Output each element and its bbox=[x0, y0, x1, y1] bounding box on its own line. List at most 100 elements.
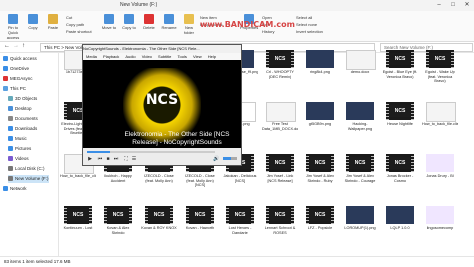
paste-shortcut-button[interactable]: Paste shortcut bbox=[66, 29, 92, 34]
nav-this-pc[interactable]: This PC bbox=[3, 85, 26, 93]
back-icon[interactable]: ← bbox=[4, 43, 10, 49]
previous-icon[interactable]: ⏮ bbox=[97, 156, 103, 162]
nav-desktop[interactable]: Desktop bbox=[8, 105, 32, 113]
nav-network[interactable]: Network bbox=[3, 185, 27, 193]
file-name: demo.docx bbox=[350, 70, 370, 74]
stop-icon[interactable]: ■ bbox=[105, 156, 111, 162]
menu-view[interactable]: View bbox=[193, 54, 202, 59]
fullscreen-icon[interactable]: ⛶ bbox=[123, 156, 129, 162]
volume-slider[interactable] bbox=[223, 157, 237, 160]
play-icon[interactable]: ▶ bbox=[87, 156, 93, 162]
select-none-button[interactable]: Select none bbox=[296, 22, 317, 27]
file-thumbnail[interactable] bbox=[426, 102, 456, 122]
file-thumbnail[interactable] bbox=[306, 102, 334, 120]
drive-icon bbox=[8, 166, 13, 172]
next-icon[interactable]: ⏭ bbox=[113, 156, 119, 162]
file-name: Hacking-Wallpaper.png bbox=[347, 122, 373, 131]
seek-bar[interactable] bbox=[87, 151, 215, 153]
menu-video[interactable]: Video bbox=[142, 54, 152, 59]
file-thumbnail[interactable]: NCS bbox=[426, 50, 454, 68]
file-thumbnail[interactable]: NCS bbox=[306, 206, 334, 224]
file-thumbnail[interactable]: NCS bbox=[64, 206, 92, 224]
file-thumbnail[interactable]: NCS bbox=[266, 154, 294, 172]
select-all-button[interactable]: Select all bbox=[296, 15, 312, 20]
delete-button[interactable]: Delete bbox=[140, 14, 158, 36]
file-thumbnail[interactable]: NCS bbox=[386, 50, 414, 68]
file-thumbnail[interactable] bbox=[426, 206, 454, 224]
file-name: Crl - WHOOPTY (DEC Remix) bbox=[266, 70, 294, 79]
rename-button[interactable]: Rename bbox=[160, 14, 178, 36]
nav-music[interactable]: Music bbox=[8, 135, 27, 143]
forward-icon[interactable]: → bbox=[13, 43, 19, 49]
nav-documents[interactable]: Documents bbox=[8, 115, 38, 123]
file-name: How_to_back_file_client_install.txt bbox=[60, 174, 96, 178]
player-title: NoCopyrightSounds - Elektronomia - The O… bbox=[83, 45, 241, 53]
file-thumbnail[interactable]: NCS bbox=[104, 206, 132, 224]
file-thumbnail[interactable]: NCS bbox=[306, 154, 334, 172]
copy-button[interactable]: Copy bbox=[24, 14, 42, 36]
file-thumbnail[interactable]: NCS bbox=[266, 206, 294, 224]
move-to-button[interactable]: Move to bbox=[100, 14, 118, 36]
cut-button[interactable]: Cut bbox=[66, 15, 72, 20]
paste-icon bbox=[48, 14, 58, 24]
file-thumbnail[interactable]: NCS bbox=[226, 206, 254, 224]
nav-downloads[interactable]: Downloads bbox=[8, 125, 37, 133]
nav-local-disk[interactable]: Local Disk (C:) bbox=[8, 165, 45, 173]
file-name: Egoist - Wake Up (feat. Veronica Bravo) bbox=[425, 70, 455, 84]
menu-media[interactable]: Media bbox=[86, 54, 97, 59]
file-name: IZECOLD - Close (feat. Molly Ann) bbox=[144, 174, 174, 183]
file-thumbnail[interactable] bbox=[306, 50, 334, 68]
close-button[interactable]: ✕ bbox=[460, 0, 474, 11]
volume-icon[interactable]: 🔊 bbox=[213, 156, 219, 162]
window-title: New Volume (F:) bbox=[120, 2, 158, 8]
cube-icon bbox=[8, 96, 13, 102]
new-folder-button[interactable]: New folder bbox=[180, 14, 198, 36]
copy-path-button[interactable]: Copy path bbox=[66, 22, 84, 27]
music-icon bbox=[8, 136, 13, 142]
media-player-window[interactable]: NoCopyrightSounds - Elektronomia - The O… bbox=[82, 44, 242, 166]
history-button[interactable]: History bbox=[262, 29, 274, 34]
nav-megasync[interactable]: MEGAsync bbox=[3, 75, 33, 83]
file-name: lingosomecomp bbox=[426, 226, 454, 230]
nav-videos[interactable]: Videos bbox=[8, 155, 29, 163]
pin-button[interactable]: Pin to Quick access bbox=[4, 14, 22, 40]
file-thumbnail[interactable]: NCS bbox=[386, 154, 414, 172]
player-controls: ▶ ⏮ ■ ⏭ ⛶ ☰ 🔊 bbox=[83, 148, 241, 165]
ncs-thumb-logo: NCS bbox=[270, 53, 290, 65]
file-thumbnail[interactable] bbox=[346, 50, 376, 70]
file-thumbnail[interactable]: NCS bbox=[186, 206, 214, 224]
menu-tools[interactable]: Tools bbox=[178, 54, 187, 59]
nav-onedrive[interactable]: OneDrive bbox=[3, 65, 29, 73]
file-thumbnail[interactable]: NCS bbox=[386, 102, 414, 120]
nav-new-volume[interactable]: New Volume (F:) bbox=[8, 175, 49, 183]
nav-3d-objects[interactable]: 3D Objects bbox=[8, 95, 37, 103]
menu-playback[interactable]: Playback bbox=[103, 54, 119, 59]
file-thumbnail[interactable] bbox=[386, 206, 414, 224]
file-thumbnail[interactable] bbox=[346, 102, 374, 120]
paste-button[interactable]: Paste bbox=[44, 14, 62, 36]
minimize-button[interactable]: – bbox=[432, 0, 446, 11]
nav-pictures[interactable]: Pictures bbox=[8, 145, 31, 153]
volume-level bbox=[223, 157, 232, 160]
playlist-icon[interactable]: ☰ bbox=[131, 156, 137, 162]
menu-subtitle[interactable]: Subtitle bbox=[158, 54, 171, 59]
file-name: Lost Heroes - Dandarie bbox=[228, 226, 252, 235]
menu-help[interactable]: Help bbox=[208, 54, 216, 59]
mega-icon bbox=[3, 76, 8, 82]
up-icon[interactable]: ↑ bbox=[22, 43, 25, 49]
invert-selection-button[interactable]: Invert selection bbox=[296, 29, 323, 34]
file-thumbnail[interactable]: NCS bbox=[266, 50, 294, 68]
menu-audio[interactable]: Audio bbox=[125, 54, 135, 59]
nav-quick-access[interactable]: Quick access bbox=[3, 55, 37, 63]
network-icon bbox=[3, 186, 8, 192]
ncs-thumb-logo: NCS bbox=[390, 157, 410, 169]
maximize-button[interactable]: □ bbox=[446, 0, 460, 11]
file-thumbnail[interactable]: NCS bbox=[346, 154, 374, 172]
file-thumbnail[interactable]: NCS bbox=[145, 206, 173, 224]
file-name: Heuse Nightlife bbox=[387, 122, 413, 126]
file-thumbnail[interactable] bbox=[426, 154, 454, 172]
now-playing-overlay: Elektronomia - The Other Side [NCS Relea… bbox=[124, 131, 230, 146]
copy-to-button[interactable]: Copy to bbox=[120, 14, 138, 36]
file-thumbnail[interactable] bbox=[266, 102, 296, 122]
file-thumbnail[interactable] bbox=[346, 206, 374, 224]
